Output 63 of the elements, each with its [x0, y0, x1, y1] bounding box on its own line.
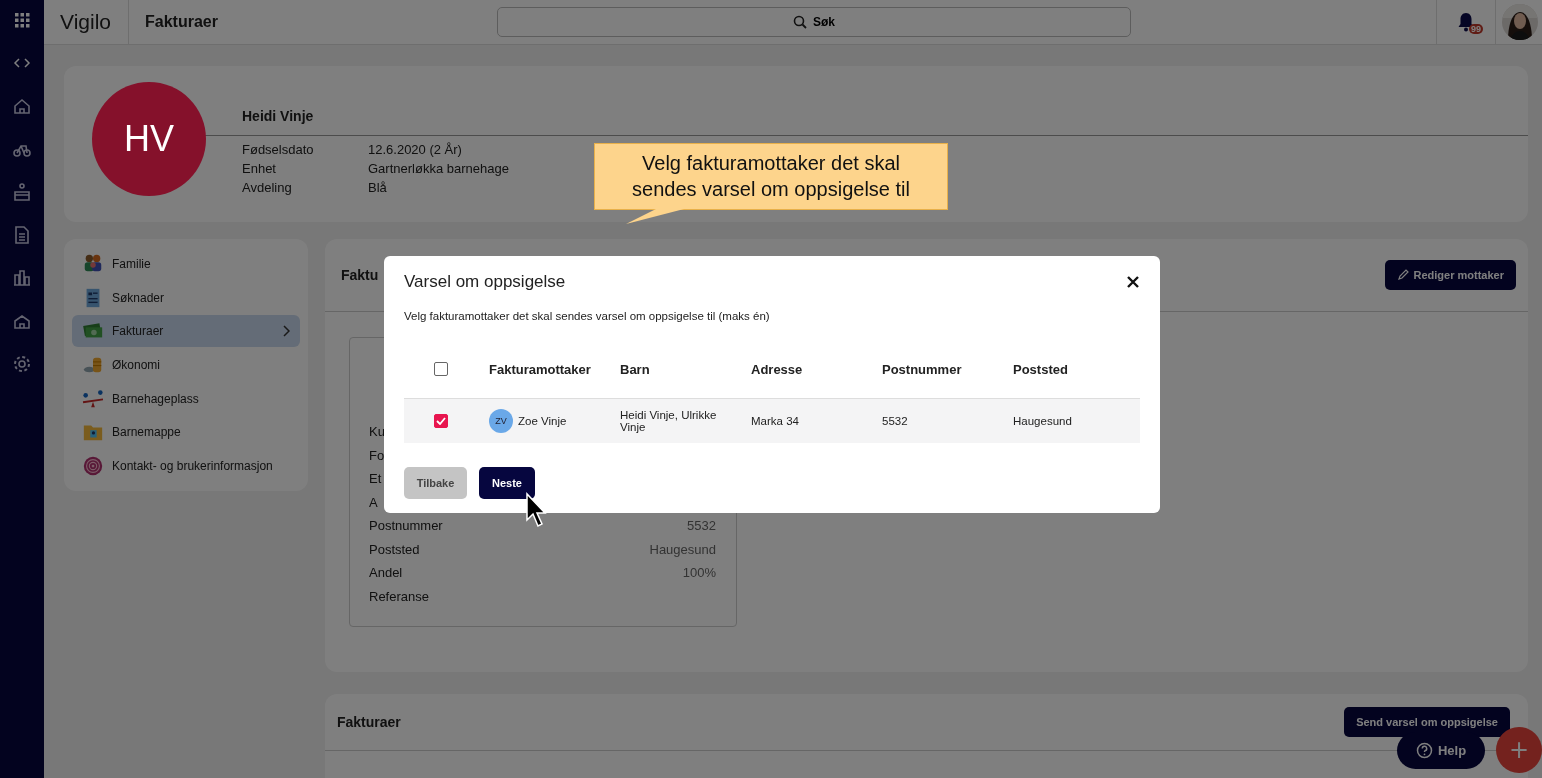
search-field[interactable]: Søk [497, 7, 1131, 37]
document-icon[interactable] [12, 225, 32, 245]
search-icon [793, 15, 807, 29]
menu-item[interactable]: Kontakt- og brukerinformasjon [72, 450, 300, 483]
menu-item[interactable]: Barnemappe [72, 416, 300, 449]
chevron-icon [282, 325, 290, 338]
send-notice-button[interactable]: Send varsel om oppsigelse [1344, 707, 1510, 737]
menu-item[interactable]: Fakturaer [72, 315, 300, 348]
recipient-avatar: ZV [489, 409, 513, 433]
add-button[interactable]: + [1496, 727, 1542, 773]
page-title: Fakturaer [144, 13, 219, 31]
bar-chart-icon[interactable] [12, 268, 32, 288]
column-header: Adresse [751, 361, 804, 377]
desk-icon[interactable] [12, 182, 32, 202]
table-cell-text: Heidi Vinje, Ulrikke Vinje [620, 409, 718, 433]
info-label: Et [369, 471, 382, 488]
info-label: Fo [369, 447, 385, 465]
row-checkbox[interactable] [434, 414, 448, 428]
notification-badge: 99 [1469, 24, 1483, 34]
menu-item[interactable]: Familie [72, 248, 300, 280]
info-label: A [369, 494, 378, 512]
table-cell-text: 5532 [882, 415, 909, 427]
apps-grid-icon[interactable] [12, 10, 32, 30]
field-value: Gartnerløkka barnehage [368, 161, 509, 176]
field-label: Fødselsdato [242, 142, 315, 157]
app-brand[interactable]: Vigilo [44, 0, 129, 44]
info-label: Poststed [369, 541, 420, 559]
column-header: Postnummer [882, 361, 963, 377]
dialog-instruction: Velg fakturamottaker det skal sendes varsel om oppsigelse til (maks én) [404, 310, 771, 322]
pencil-icon [1396, 269, 1409, 281]
fingerprint-icon [82, 455, 104, 478]
field-label: Enhet [242, 161, 277, 176]
back-button[interactable]: Tilbake [404, 467, 467, 499]
column-header: Poststed [1013, 361, 1069, 377]
menu-item[interactable]: Barnehageplass [72, 382, 300, 415]
table-cell-text: Marka 34 [751, 415, 800, 427]
menu-item[interactable]: Økonomi [72, 349, 300, 381]
panel-title: Faktu [341, 267, 379, 283]
home-icon[interactable] [12, 96, 32, 116]
seesaw-icon [82, 387, 104, 410]
table-cell-text: Haugesund [1013, 415, 1073, 427]
info-label: Ku [369, 424, 385, 441]
next-button[interactable]: Neste [479, 467, 535, 499]
info-value: 100% [682, 565, 716, 582]
field-value: Blå [368, 180, 388, 195]
dialog-title: Varsel om oppsigelse [404, 272, 566, 292]
info-label: Postnummer [369, 518, 443, 535]
question-icon [1415, 742, 1433, 759]
info-value: Haugesund [649, 541, 716, 559]
info-value: 5532 [687, 518, 716, 535]
column-header: Barn [620, 361, 651, 377]
close-icon[interactable] [1126, 275, 1140, 289]
column-header: Fakturamottaker [489, 361, 592, 377]
info-label: Referanse [369, 588, 429, 606]
menu-item[interactable]: Søknader [72, 281, 300, 314]
panel-title: Fakturaer [337, 714, 401, 730]
table-cell: Zoe Vinje [518, 415, 567, 427]
field-value: 12.6.2020 (2 År) [368, 142, 463, 157]
edit-recipient-button[interactable]: Rediger mottaker [1384, 260, 1516, 290]
info-label: Andel [369, 565, 403, 582]
select-all-checkbox[interactable] [434, 362, 448, 376]
field-label: Avdeling [242, 180, 293, 195]
settings-icon[interactable] [12, 354, 32, 374]
